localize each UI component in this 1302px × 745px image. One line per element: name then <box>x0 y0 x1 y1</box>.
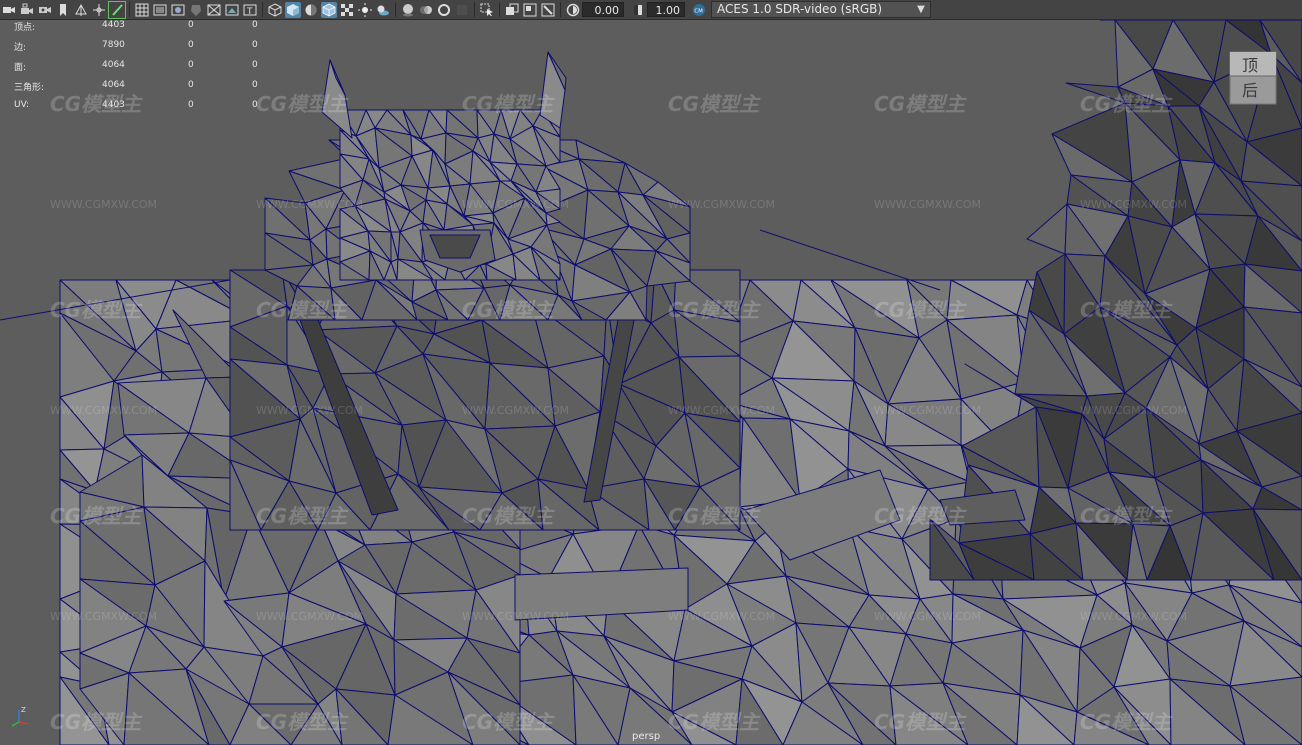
chevron-down-icon: ▼ <box>917 4 925 15</box>
hud-value: 7890 <box>102 40 125 50</box>
view-cube[interactable]: 顶 后 <box>1228 46 1278 108</box>
wireframe-on-shaded-icon[interactable] <box>321 1 337 18</box>
film-gate-icon[interactable] <box>152 2 168 18</box>
toolbar-separator <box>262 2 263 17</box>
grid-icon[interactable] <box>134 2 150 18</box>
bookmark-icon[interactable] <box>55 2 71 18</box>
grease-pencil-icon[interactable] <box>108 0 126 19</box>
resolution-gate-icon[interactable] <box>170 2 186 18</box>
viewport-toolbar: T 0.00 1.00 CM ACES 1.0 SDR-video (sRGB)… <box>0 0 1302 20</box>
gate-mask-icon[interactable] <box>188 2 204 18</box>
hud-value: 0 <box>188 80 194 90</box>
shadows-icon[interactable] <box>375 2 391 18</box>
hud-value: 0 <box>188 100 194 110</box>
xray-active-components-icon[interactable] <box>522 2 538 18</box>
toolbar-separator <box>560 2 561 17</box>
hud-label: 边: <box>14 43 27 53</box>
motion-blur-icon[interactable] <box>418 2 434 18</box>
safe-action-icon[interactable] <box>224 2 240 18</box>
safe-title-icon[interactable]: T <box>242 2 258 18</box>
hud-value: 0 <box>252 20 258 30</box>
isolate-select-icon[interactable] <box>479 2 495 18</box>
camera-select-icon[interactable] <box>1 2 17 18</box>
hud-value: 0 <box>252 80 258 90</box>
hud-label: 面: <box>14 63 27 73</box>
hud-value: 0 <box>188 20 194 30</box>
use-all-lights-icon[interactable] <box>357 2 373 18</box>
hud-value: 4064 <box>102 60 125 70</box>
viewcube-back-label: 后 <box>1242 81 1258 100</box>
default-material-icon[interactable] <box>303 2 319 18</box>
perspective-viewport[interactable]: CG模型主WWW.CGMXW.COMCG模型主WWW.CGMXW.COMCG模型… <box>0 20 1302 745</box>
hud-value: 4403 <box>102 100 125 110</box>
exposure-icon[interactable] <box>565 2 581 18</box>
hud-value: 4403 <box>102 20 125 30</box>
toolbar-separator <box>129 2 130 17</box>
camera-attributes-icon[interactable] <box>37 2 53 18</box>
smooth-shade-icon[interactable] <box>285 1 301 18</box>
camera-name-label: persp <box>632 731 661 742</box>
hud-value: 0 <box>188 40 194 50</box>
toolbar-separator <box>499 2 500 17</box>
toolbar-separator <box>395 2 396 17</box>
gamma-icon[interactable] <box>630 2 646 18</box>
wireframe-icon[interactable] <box>267 2 283 18</box>
2d-pan-zoom-icon[interactable] <box>91 2 107 18</box>
gamma-field[interactable]: 1.00 <box>647 2 685 17</box>
camera-lock-icon[interactable] <box>19 2 35 18</box>
hud-value: 0 <box>252 40 258 50</box>
hud-value: 0 <box>252 100 258 110</box>
image-plane-icon[interactable] <box>73 2 89 18</box>
toolbar-separator <box>474 2 475 17</box>
hud-value: 4064 <box>102 80 125 90</box>
multisample-aa-icon[interactable] <box>436 2 452 18</box>
hud-label: UV: <box>14 100 30 110</box>
field-chart-icon[interactable] <box>206 2 222 18</box>
exposure-field[interactable]: 0.00 <box>582 2 624 17</box>
svg-text:Z: Z <box>21 706 26 714</box>
depth-of-field-icon[interactable] <box>454 2 470 18</box>
hud-value: 0 <box>188 60 194 70</box>
screen-space-ao-icon[interactable] <box>400 2 416 18</box>
axis-gizmo-icon: Z <box>6 704 32 730</box>
svg-text:T: T <box>246 7 253 17</box>
xray-icon[interactable] <box>504 2 520 18</box>
textured-icon[interactable] <box>339 2 355 18</box>
color-management-icon[interactable]: CM <box>691 2 707 18</box>
hud-label: 顶点: <box>14 23 36 33</box>
view-transform-value: ACES 1.0 SDR-video (sRGB) <box>717 2 883 16</box>
xray-joints-icon[interactable] <box>540 2 556 18</box>
svg-text:CM: CM <box>694 8 703 14</box>
hud-label: 三角形: <box>14 83 45 93</box>
view-transform-select[interactable]: ACES 1.0 SDR-video (sRGB) ▼ <box>711 1 931 18</box>
mesh-wireframe-render <box>0 20 1302 745</box>
hud-value: 0 <box>252 60 258 70</box>
viewcube-top-label: 顶 <box>1242 56 1258 75</box>
